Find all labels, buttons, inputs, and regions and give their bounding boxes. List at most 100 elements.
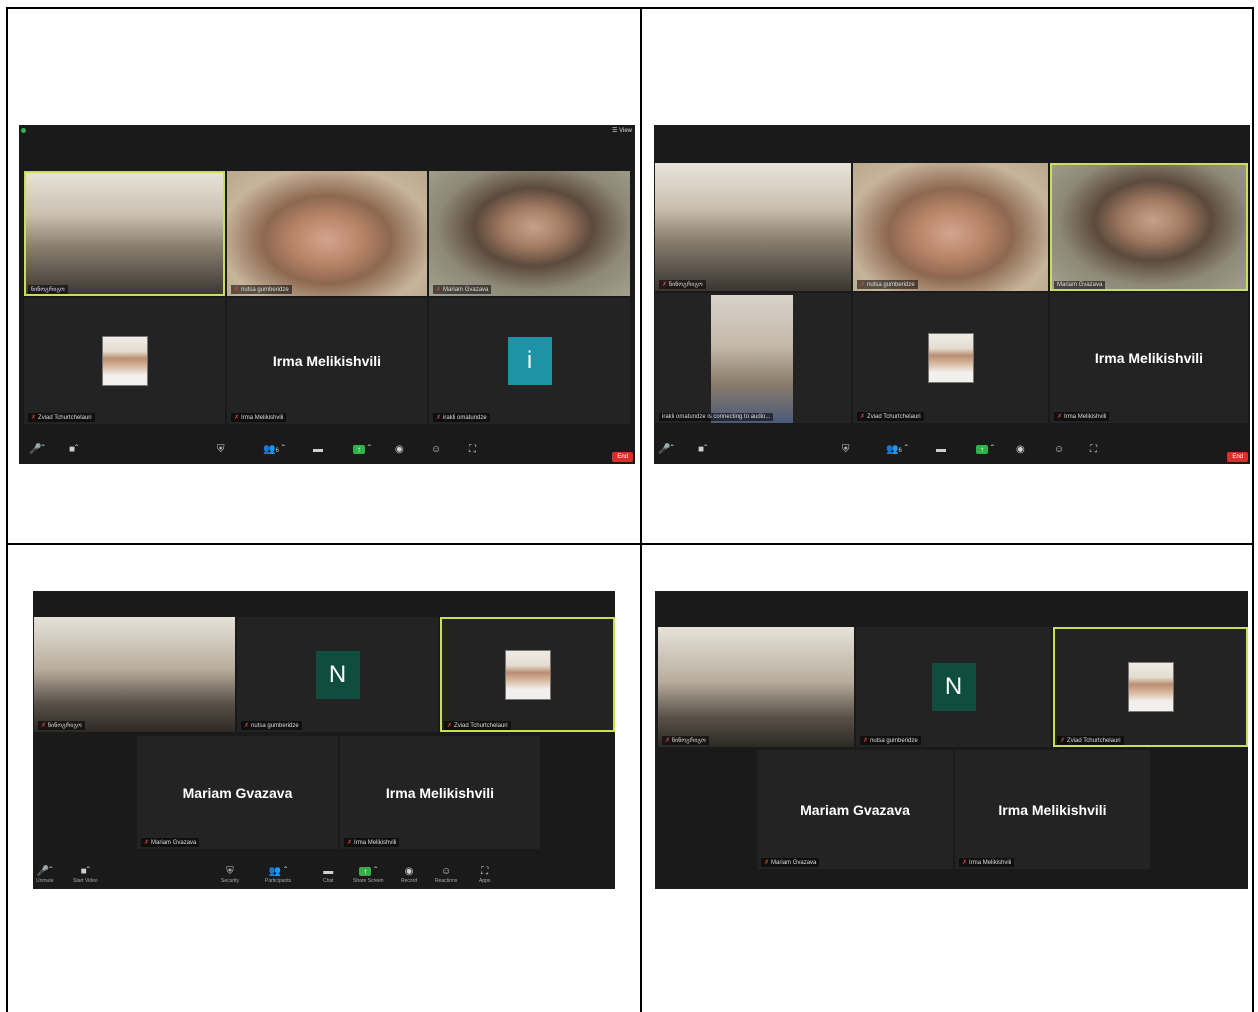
participant-display-name: Irma Melikishvili xyxy=(1094,350,1204,366)
video-tile[interactable]: ✗ ნინოგრიგო xyxy=(655,163,851,291)
participants-icon[interactable]: 👥6 ˆ xyxy=(263,444,285,457)
shield-icon[interactable]: ⛨ xyxy=(842,444,850,456)
video-tile[interactable]: Mariam Gvazava ✗ Mariam Gvazava xyxy=(137,736,338,849)
video-feed xyxy=(711,295,793,423)
reactions-icon[interactable]: ☺ Reactions xyxy=(435,866,457,884)
mic-muted-icon: ✗ xyxy=(447,723,453,729)
video-tile[interactable]: irakli omatundze is connecting to audio.… xyxy=(655,293,851,423)
video-tile[interactable]: Irma Melikishvili ✗ Irma Melikishvili xyxy=(955,750,1150,869)
video-tile[interactable]: Irma Melikishvili ✗ Irma Melikishvili xyxy=(227,298,427,424)
zoom-screenshot-3: ✗ ნინოგრიგო N ✗ nutsa gumberidze ✗ Zviad Tc… xyxy=(33,591,615,889)
apps-icon[interactable]: ⛶ Apps xyxy=(479,866,490,884)
video-tile[interactable]: ✗ Zviad Tchurtchelauri xyxy=(1053,627,1248,747)
share-screen-icon[interactable]: ↑ ˆ xyxy=(976,444,994,456)
video-tile[interactable]: Mariam Gvazava ✗ Mariam Gvazava xyxy=(757,750,953,869)
chat-icon[interactable]: ▬ xyxy=(936,444,946,456)
participant-display-name: Irma Melikishvili xyxy=(272,353,382,369)
participant-name: ✗ Zviad Tchurtchelauri xyxy=(857,412,924,421)
view-button[interactable]: ☰ View xyxy=(612,127,632,134)
video-tile[interactable]: ✗ nutsa gumberidze xyxy=(853,163,1048,291)
participant-name: ✗ irakli omatundze xyxy=(433,413,490,422)
shield-icon[interactable]: ⛨ xyxy=(217,444,225,456)
mic-muted-icon: ✗ xyxy=(436,415,442,421)
participant-name: ✗ Mariam Gvazava xyxy=(433,285,492,294)
video-tile[interactable]: Irma Melikishvili ✗ Irma Melikishvili xyxy=(340,736,540,849)
video-tile[interactable]: Mariam Gvazava xyxy=(1050,163,1248,291)
share-screen-icon[interactable]: ↑ ˆ Share Screen xyxy=(353,866,384,884)
video-tile[interactable]: i ✗ irakli omatundze xyxy=(429,298,630,424)
video-camera-icon[interactable]: ■ˆ xyxy=(698,444,707,456)
video-tile[interactable]: ✗ Zviad Tchurtchelauri xyxy=(853,293,1048,423)
meeting-toolbar: 🎤ˆ ■ˆ ⛨ 👥6 ˆ ▬ ↑ ˆ ◉ ☺ ⛶ End xyxy=(654,440,1250,464)
encryption-icon xyxy=(21,128,26,133)
zoom-screenshot-4: ✗ ნინოგრიგო N ✗ nutsa gumberidze ✗ Zviad Tc… xyxy=(655,591,1248,889)
participant-name: ✗ Zviad Tchurtchelauri xyxy=(444,721,511,730)
participants-icon[interactable]: 👥 ˆ Participants xyxy=(265,866,291,884)
mic-muted-icon: ✗ xyxy=(244,723,250,729)
video-tile[interactable]: Irma Melikishvili ✗ Irma Melikishvili xyxy=(1050,293,1248,423)
mic-muted-icon: ✗ xyxy=(1060,738,1066,744)
mic-muted-icon: ✗ xyxy=(662,282,668,288)
video-tile[interactable]: ✗ Zviad Tchurtchelauri xyxy=(440,617,615,732)
chat-icon[interactable]: ▬ Chat xyxy=(323,866,334,884)
record-icon[interactable]: ◉ Record xyxy=(401,866,417,884)
participant-name: ✗ ნინოგრიგო xyxy=(659,280,706,289)
video-tile[interactable]: ✗ Zviad Tchurtchelauri xyxy=(24,298,225,424)
end-button[interactable]: End xyxy=(1227,452,1248,462)
participants-icon[interactable]: 👥6 ˆ xyxy=(886,444,908,457)
participant-name: ✗ Irma Melikishvili xyxy=(231,413,287,422)
mic-muted-icon: ✗ xyxy=(144,840,150,846)
outer-frame-top xyxy=(6,7,1254,9)
reactions-icon[interactable]: ☺ xyxy=(431,444,441,456)
avatar xyxy=(101,336,148,386)
participant-name: ✗ nutsa gumberidze xyxy=(857,280,918,289)
mic-muted-icon: ✗ xyxy=(31,415,37,421)
mic-muted-icon: ✗ xyxy=(863,738,869,744)
mic-muted-icon: ✗ xyxy=(234,415,240,421)
participant-display-name: Irma Melikishvili xyxy=(385,784,495,801)
video-tile[interactable]: ✗ ნინოგრიგო xyxy=(34,617,235,732)
share-screen-icon[interactable]: ↑ ˆ xyxy=(353,444,371,456)
avatar xyxy=(927,333,974,383)
reactions-icon[interactable]: ☺ xyxy=(1054,444,1064,456)
video-tile[interactable]: N ✗ nutsa gumberidze xyxy=(237,617,438,732)
mic-muted-icon: ✗ xyxy=(436,287,442,293)
zoom-screenshot-2: ✗ ნინოგრიგო ✗ nutsa gumberidze Mariam Gvaz… xyxy=(654,125,1250,464)
microphone-muted-icon[interactable]: 🎤ˆ xyxy=(658,444,674,456)
mic-muted-icon: ✗ xyxy=(1057,414,1063,420)
avatar xyxy=(1127,662,1174,712)
shield-icon[interactable]: ⛨ Security xyxy=(221,866,239,884)
mic-muted-icon: ✗ xyxy=(764,860,770,866)
mic-muted-icon: ✗ xyxy=(41,723,47,729)
outer-frame-right xyxy=(1252,7,1254,1012)
participant-name: ✗ Mariam Gvazava xyxy=(141,838,200,847)
end-button[interactable]: End xyxy=(612,452,633,462)
meeting-toolbar: 🎤ˆ Unmute ■ˆ Start Video ⛨ Security 👥 ˆ Part… xyxy=(33,863,615,889)
avatar: N xyxy=(931,663,976,711)
mic-muted-icon: ✗ xyxy=(962,860,968,866)
microphone-muted-icon[interactable]: 🎤ˆ Unmute xyxy=(36,866,54,884)
participant-name: ✗ Mariam Gvazava xyxy=(761,858,820,867)
mic-muted-icon: ✗ xyxy=(860,414,866,420)
meeting-toolbar: 🎤ˆ ■ˆ ⛨ 👥6 ˆ ▬ ↑ ˆ ◉ ☺ ⛶ End xyxy=(19,440,635,464)
mic-muted-icon: ✗ xyxy=(234,287,240,293)
video-tile[interactable]: ✗ ნინოგრიგო xyxy=(658,627,854,747)
participant-name: ✗ nutsa gumberidze xyxy=(860,736,921,745)
record-icon[interactable]: ◉ xyxy=(1016,444,1025,456)
video-camera-icon[interactable]: ■ˆ Start Video xyxy=(73,866,98,884)
participant-name: ✗ nutsa gumberidze xyxy=(241,721,302,730)
video-tile[interactable]: ნინოგრიგო xyxy=(24,171,225,296)
microphone-muted-icon[interactable]: 🎤ˆ xyxy=(29,444,45,456)
fullscreen-icon[interactable]: ⛶ xyxy=(1090,444,1097,456)
chat-icon[interactable]: ▬ xyxy=(313,444,323,456)
mic-muted-icon: ✗ xyxy=(347,840,353,846)
participant-name: ✗ nutsa gumberidze xyxy=(231,285,292,294)
video-tile[interactable]: ✗ Mariam Gvazava xyxy=(429,171,630,296)
video-tile[interactable]: N ✗ nutsa gumberidze xyxy=(856,627,1051,747)
video-tile[interactable]: ✗ nutsa gumberidze xyxy=(227,171,427,296)
participant-display-name: Mariam Gvazava xyxy=(182,784,293,801)
fullscreen-icon[interactable]: ⛶ xyxy=(469,444,476,456)
record-icon[interactable]: ◉ xyxy=(395,444,404,456)
video-camera-icon[interactable]: ■ˆ xyxy=(69,444,78,456)
mic-muted-icon: ✗ xyxy=(860,282,866,288)
